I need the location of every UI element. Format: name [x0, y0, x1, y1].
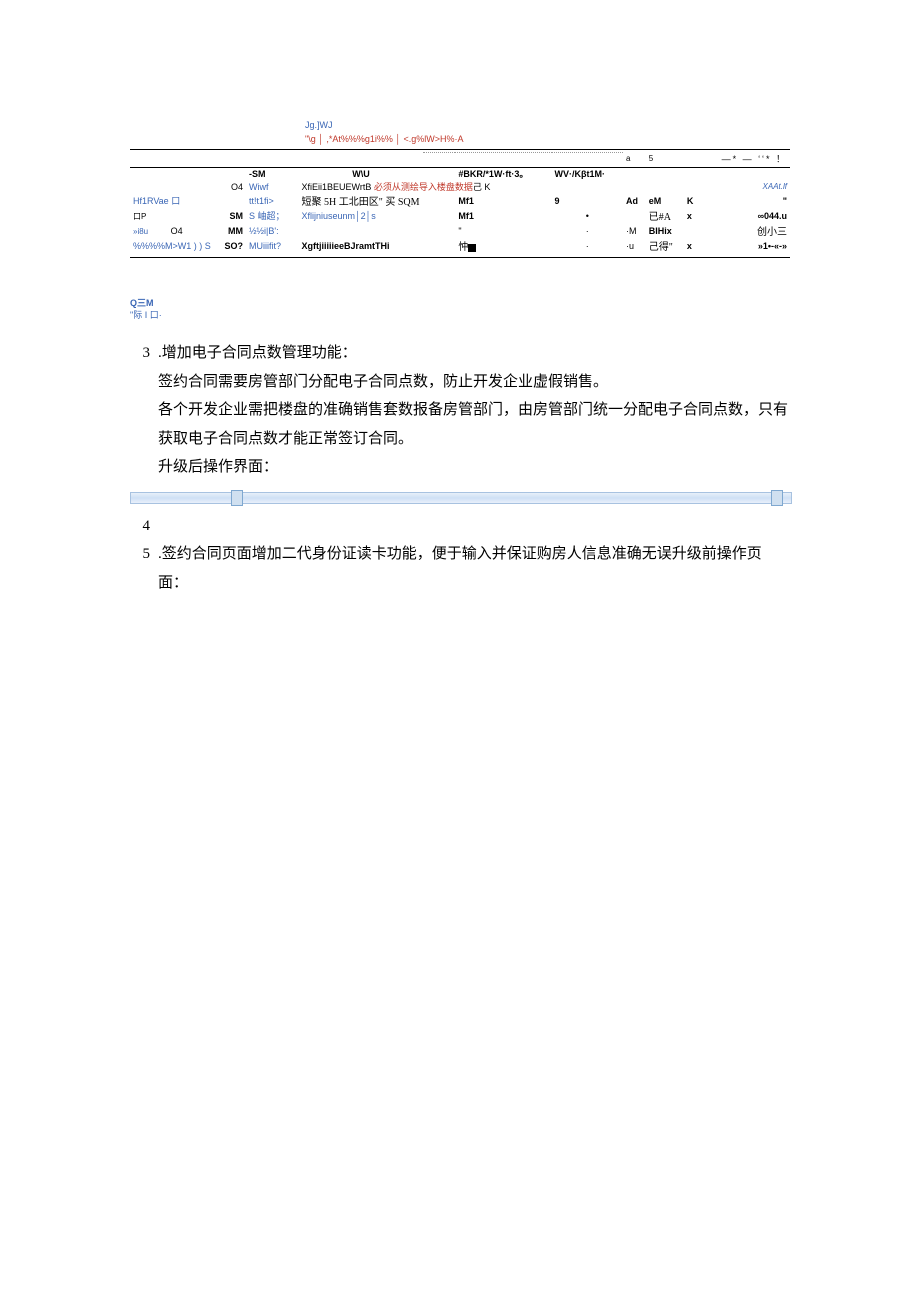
- list-item-3: 3 .增加电子合同点数管理功能： 签约合同需要房管部门分配电子合同点数，防止开发…: [130, 339, 790, 482]
- item3-title: .增加电子合同点数管理功能：: [158, 339, 790, 368]
- ui-screenshot-bar: [130, 492, 792, 504]
- table-row: Hf1RVae 口 tt!t1fi> 短聚 5H 工北田区" 买 SQM Mf1…: [130, 195, 790, 210]
- table-row: 口P SM S 岫超； Xflijniuseunm│2│s Mf1 • 已#A …: [130, 210, 790, 225]
- header-link: Jg.]WJ: [305, 120, 790, 132]
- footer-codes: Q三M "际 I 口·: [130, 298, 790, 321]
- bar-handle-right-icon: [771, 490, 783, 506]
- list-number: 5: [130, 540, 158, 569]
- item3-para2: 各个开发企业需把楼盘的准确销售套数报备房管部门，由房管部门统一分配电子合同点数，…: [158, 396, 790, 453]
- list-number: 3: [130, 339, 158, 368]
- bar-handle-left-icon: [231, 490, 243, 506]
- item3-para1: 签约合同需要房管部门分配电子合同点数，防止开发企业虚假销售。: [158, 368, 790, 397]
- list-item-4: 4: [130, 512, 790, 541]
- filled-square-icon: [468, 244, 476, 252]
- header-code-line: "\g │ ,*At%%%g1i%% │ <.g%lW>H%·A: [305, 134, 790, 146]
- table-header-row: -SM W\U #BKR/*1W·ft·3。 WV·/Kβt1M·: [130, 167, 790, 181]
- table-row: »i8u O4 MM ½½i|B': " · ·M BIHix 创小三: [130, 225, 790, 240]
- table-row: O4 Wiwf XfiEii1BEUEWrtB 必须从测绘导入楼盘数据己 K X…: [130, 181, 790, 195]
- data-table: a 5 —* — ‘‘* ！ -SM W\U #BKR/*1W·ft·3。 WV…: [130, 149, 790, 258]
- list-item-5: 5 .签约合同页面增加二代身份证读卡功能，便于输入并保证购房人信息准确无误升级前…: [130, 540, 790, 597]
- item5-text: .签约合同页面增加二代身份证读卡功能，便于输入并保证购房人信息准确无误升级前操作…: [158, 540, 790, 597]
- table-row: %%%%M>W1 ) ) S SO? MUiiifit? Xgftjiiiiie…: [130, 240, 790, 255]
- numbered-section: 3 .增加电子合同点数管理功能： 签约合同需要房管部门分配电子合同点数，防止开发…: [130, 339, 790, 597]
- table-top-marks: a 5 —* — ‘‘* ！: [130, 153, 790, 167]
- list-number: 4: [130, 512, 158, 541]
- item3-para3: 升级后操作界面：: [158, 453, 790, 482]
